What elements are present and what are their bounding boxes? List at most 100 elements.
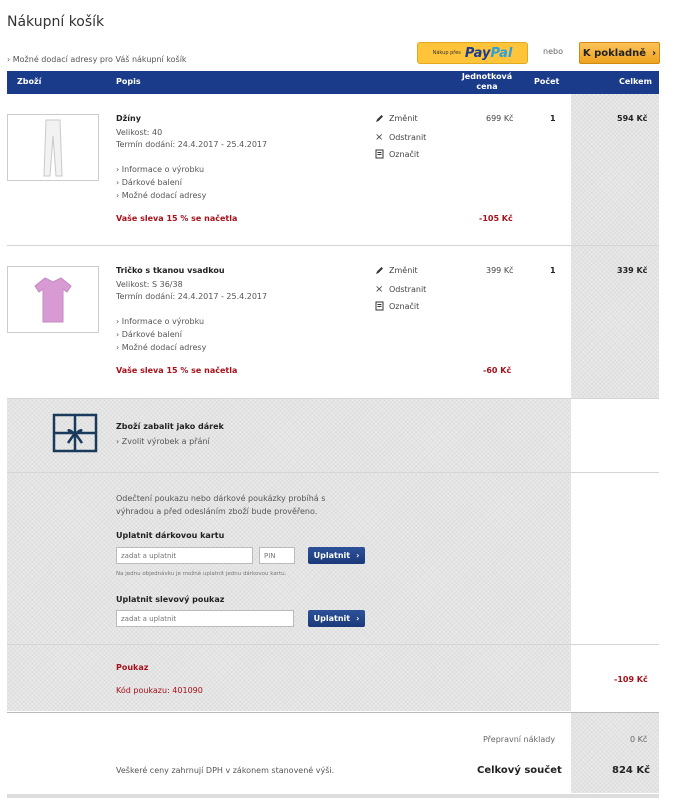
page-title: Nákupní košík <box>7 14 105 30</box>
checkout-button[interactable]: K pokladně › <box>579 42 660 64</box>
gift-wrap-link[interactable]: › Dárkové balení <box>116 328 182 342</box>
divider <box>7 472 659 473</box>
gift-card-input[interactable] <box>116 547 253 564</box>
jeans-icon <box>43 119 63 176</box>
product-info-link[interactable]: › Informace o výrobku <box>116 163 204 177</box>
checkout-label: K pokladně <box>582 47 647 59</box>
product-image-tshirt[interactable] <box>7 266 99 333</box>
services-total-column <box>571 398 659 711</box>
item-delivery-addresses-link[interactable]: › Možné dodací adresy <box>116 189 206 203</box>
discount-text: Vaše sleva 15 % se načetla <box>116 214 238 223</box>
chevron-right-icon: › <box>652 47 657 59</box>
shipping-value: 0 Kč <box>630 735 648 744</box>
grand-total-value: 824 Kč <box>612 765 651 776</box>
discount-value: -60 Kč <box>483 366 512 375</box>
product-name[interactable]: Džíny <box>116 114 141 123</box>
gift-wrap-link-label: Dárkové balení <box>121 330 182 339</box>
pin-input[interactable] <box>259 547 295 564</box>
voucher-value: -109 Kč <box>614 675 648 684</box>
cart-item-1: Džíny Velikost: 40 Termín dodání: 24.4.2… <box>7 94 659 244</box>
mark-label: Označit <box>389 149 420 159</box>
cart-table-header: Zboží Popis Jednotková cena Počet Celkem <box>7 71 659 94</box>
notepad-icon <box>375 149 384 159</box>
mark-button[interactable]: Označit <box>375 149 419 159</box>
pencil-icon <box>376 115 383 122</box>
voucher-code: Kód poukazu: 401090 <box>116 686 203 695</box>
product-size: Velikost: S 36/38 <box>116 280 183 289</box>
item-total: 594 Kč <box>617 114 648 123</box>
edit-label: Změnit <box>389 266 418 275</box>
remove-button[interactable]: × Odstranit <box>375 132 426 143</box>
edit-button[interactable]: Změnit <box>375 266 418 275</box>
product-image-jeans[interactable] <box>7 114 99 181</box>
close-icon: × <box>375 284 384 295</box>
apply-label: Uplatnit <box>313 614 351 623</box>
product-size: Velikost: 40 <box>116 128 163 137</box>
product-delivery: Termín dodání: 24.4.2017 - 25.4.2017 <box>116 292 268 301</box>
coupon-title: Uplatnit slevový poukaz <box>116 595 225 604</box>
shipping-label: Přepravní náklady <box>483 735 556 744</box>
product-info-link[interactable]: › Informace o výrobku <box>116 315 204 329</box>
paypal-logo-a: Pay <box>464 45 491 61</box>
divider <box>7 712 659 713</box>
discount-value: -105 Kč <box>479 214 513 223</box>
product-info-link-label: Informace o výrobku <box>121 317 205 326</box>
chevron-right-icon: › <box>7 55 11 64</box>
mark-button[interactable]: Označit <box>375 301 419 311</box>
notepad-icon <box>375 301 384 311</box>
gift-box-icon <box>52 413 98 456</box>
close-icon: × <box>375 132 384 143</box>
gift-wrap-title: Zboží zabalit jako dárek <box>116 422 224 431</box>
remove-label: Odstranit <box>389 285 427 294</box>
product-delivery: Termín dodání: 24.4.2017 - 25.4.2017 <box>116 140 268 149</box>
column-unit-price: Jednotková cena <box>447 72 527 92</box>
remove-button[interactable]: × Odstranit <box>375 284 426 295</box>
item-delivery-addresses-link[interactable]: › Možné dodací adresy <box>116 341 206 355</box>
paypal-prefix: Nákup přes <box>432 50 461 56</box>
gift-card-note: Na jednu objednávku je možné uplatnit je… <box>116 571 287 577</box>
column-unit-price-line2: cena <box>476 82 498 91</box>
quantity: 1 <box>550 266 556 275</box>
quantity: 1 <box>550 114 556 123</box>
paypal-logo: PayPal <box>465 46 512 61</box>
pencil-icon <box>376 267 383 274</box>
voucher-title: Poukaz <box>116 663 149 672</box>
choose-gift-link[interactable]: › Zvolit výrobek a přání <box>116 435 210 449</box>
product-name[interactable]: Tričko s tkanou vsadkou <box>116 266 225 275</box>
coupon-input[interactable] <box>116 610 294 627</box>
product-info-link-label: Informace o výrobku <box>121 165 205 174</box>
divider <box>7 398 659 399</box>
item-delivery-addresses-link-label: Možné dodací adresy <box>121 191 207 200</box>
remove-label: Odstranit <box>389 133 427 142</box>
summary-total-column <box>571 713 659 793</box>
chevron-right-icon: › <box>356 614 360 623</box>
gift-wrap-link-label: Dárkové balení <box>121 178 182 187</box>
apply-gift-card-button[interactable]: Uplatnit › <box>308 547 365 564</box>
voucher-info: Odečtení poukazu nebo dárkové poukázky p… <box>116 492 325 518</box>
chevron-right-icon: › <box>356 551 360 560</box>
bottom-bar <box>7 794 659 798</box>
column-total: Celkem <box>619 77 652 86</box>
discount-text: Vaše sleva 15 % se načetla <box>116 366 238 375</box>
divider <box>7 644 659 645</box>
grand-total-label: Celkový součet <box>477 765 562 776</box>
cart-item-2: Tričko s tkanou vsadkou Velikost: S 36/3… <box>7 246 659 396</box>
choose-gift-link-label: Zvolit výrobek a přání <box>121 437 210 446</box>
voucher-info-line1: Odečtení poukazu nebo dárkové poukázky p… <box>116 494 326 503</box>
unit-price: 699 Kč <box>486 114 514 123</box>
paypal-logo-b: Pal <box>490 45 513 61</box>
delivery-addresses-link-label: Možné dodací adresy pro Váš nákupní koší… <box>12 55 187 64</box>
apply-label: Uplatnit <box>313 551 351 560</box>
tshirt-icon <box>34 276 72 322</box>
delivery-addresses-link[interactable]: › Možné dodací adresy pro Váš nákupní ko… <box>7 55 187 64</box>
column-count: Počet <box>534 77 560 86</box>
apply-coupon-button[interactable]: Uplatnit › <box>308 610 365 627</box>
or-label: nebo <box>543 47 563 56</box>
mark-label: Označit <box>389 301 420 311</box>
gift-wrap-link[interactable]: › Dárkové balení <box>116 176 182 190</box>
paypal-checkout-button[interactable]: Nákup přes PayPal <box>417 42 528 64</box>
edit-button[interactable]: Změnit <box>375 114 418 123</box>
column-unit-price-line1: Jednotková <box>461 72 513 81</box>
edit-label: Změnit <box>389 114 418 123</box>
voucher-info-line2: výhradou a před odesláním zboží bude pro… <box>116 507 318 516</box>
